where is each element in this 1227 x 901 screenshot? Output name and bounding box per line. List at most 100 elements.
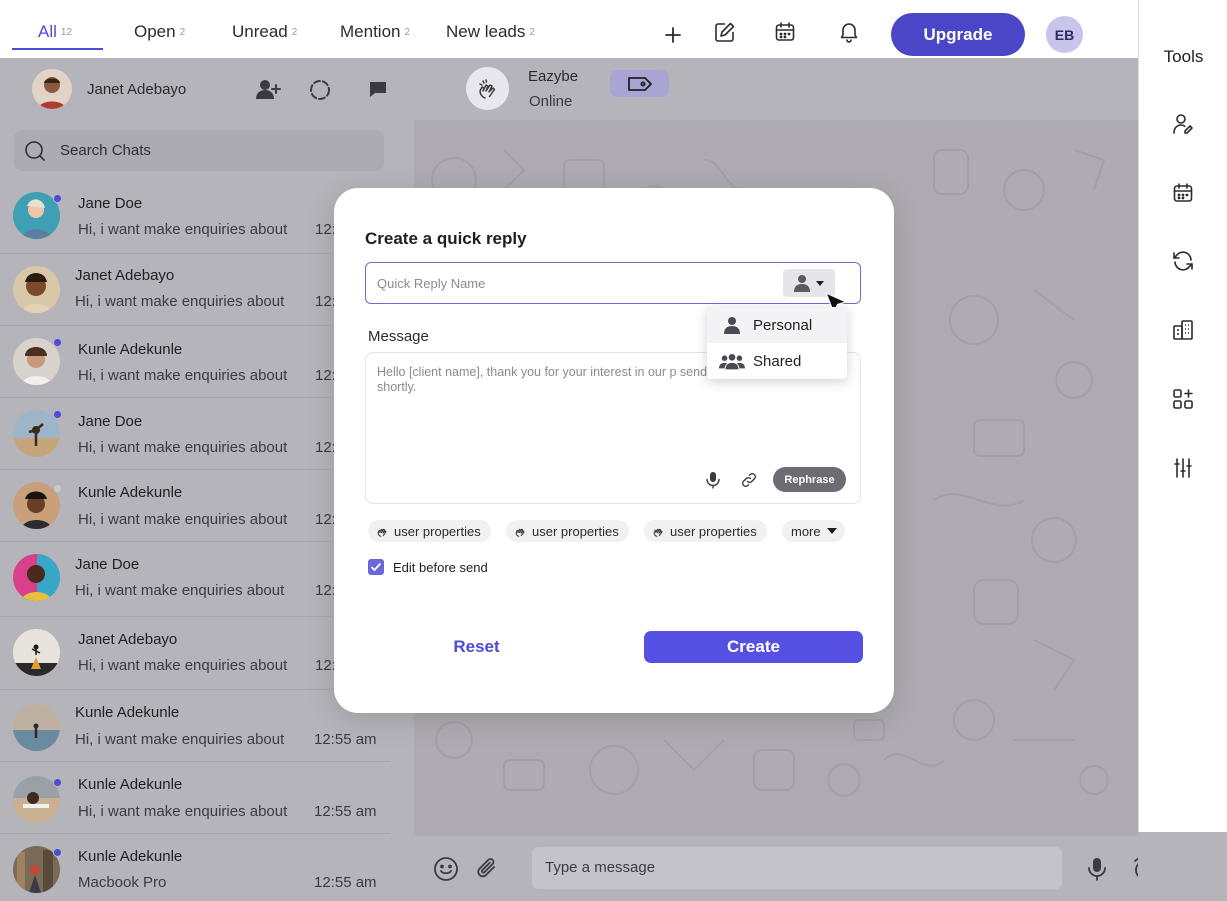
tab-unread[interactable]: Unread 2 [232, 22, 297, 42]
chat-time: 12: [315, 221, 336, 238]
user-avatar[interactable]: EB [1046, 16, 1083, 53]
bot-status: Online [529, 93, 573, 110]
tab-mention-count: 2 [404, 27, 411, 38]
attachment-icon[interactable] [474, 856, 498, 880]
chat-name: Kunle Adekunle [78, 776, 183, 793]
plus-icon[interactable] [661, 23, 685, 47]
chat-list-item[interactable]: Jane Doe Hi, i want make enquiries about… [0, 398, 390, 470]
tab-all[interactable]: All 12 [38, 22, 72, 42]
more-properties-button[interactable]: more [782, 520, 845, 542]
offline-indicator [53, 484, 62, 493]
chat-name: Kunle Adekunle [78, 848, 183, 865]
chat-list-item[interactable]: Janet Adebayo Hi, i want make enquiries … [0, 617, 390, 690]
sliders-icon[interactable] [1171, 456, 1195, 480]
tab-mention[interactable]: Mention 2 [340, 22, 410, 42]
search-icon [24, 140, 46, 162]
refresh-icon[interactable] [307, 77, 333, 103]
wave-icon [514, 525, 527, 538]
calendar-icon[interactable] [1171, 181, 1195, 205]
calendar-icon[interactable] [773, 20, 797, 44]
tools-panel: Tools [1138, 0, 1227, 832]
search-chats-input[interactable]: Search Chats [14, 130, 384, 171]
chat-time: 12: [315, 367, 336, 384]
tab-open-label: Open [134, 22, 176, 41]
wave-icon [376, 525, 389, 538]
chat-preview: Hi, i want make enquiries about [78, 221, 288, 238]
chat-list-item[interactable]: Janet Adebayo Hi, i want make enquiries … [0, 254, 390, 326]
apps-add-icon[interactable] [1171, 387, 1195, 411]
tools-title: Tools [1163, 47, 1204, 66]
sync-icon[interactable] [1171, 249, 1195, 273]
contact-edit-icon[interactable] [1171, 112, 1195, 136]
microphone-icon[interactable] [1085, 856, 1109, 881]
microphone-icon[interactable] [704, 471, 722, 489]
tab-all-count: 12 [60, 27, 73, 38]
user-properties-chip[interactable]: user properties [368, 520, 491, 542]
search-placeholder: Search Chats [60, 142, 151, 159]
contact-name: Janet Adebayo [87, 81, 187, 98]
tag-button[interactable] [610, 70, 669, 97]
chat-preview: Macbook Pro [78, 874, 167, 891]
chat-list-item[interactable]: Jane Doe Hi, i want make enquiries about… [0, 542, 390, 617]
menu-item-personal[interactable]: Personal [707, 307, 847, 343]
chevron-down-icon [816, 280, 824, 286]
chat-preview: Hi, i want make enquiries about [78, 439, 288, 456]
person-icon [794, 274, 810, 292]
user-properties-chip[interactable]: user properties [506, 520, 629, 542]
menu-item-shared[interactable]: Shared [707, 343, 847, 379]
tab-mention-label: Mention [340, 22, 401, 41]
contact-avatar[interactable] [32, 69, 72, 109]
message-input[interactable]: Type a message [532, 847, 1062, 889]
tab-open[interactable]: Open 2 [134, 22, 185, 42]
chat-list-item[interactable]: Kunle Adekunle Macbook Pro 12:55 am [0, 834, 390, 901]
chat-list-item[interactable]: Kunle Adekunle Hi, i want make enquiries… [0, 326, 390, 398]
chat-icon[interactable] [366, 77, 392, 103]
more-label: more [791, 523, 821, 539]
chat-avatar [13, 629, 60, 676]
tab-new-leads-count: 2 [529, 27, 535, 38]
tab-new-leads[interactable]: New leads 2 [446, 22, 535, 42]
tools-panel-footer [1138, 832, 1227, 901]
chat-list-item[interactable]: Kunle Adekunle Hi, i want make enquiries… [0, 690, 390, 762]
rephrase-button[interactable]: Rephrase [773, 467, 846, 492]
edit-before-send-checkbox[interactable] [368, 559, 384, 575]
user-properties-chip[interactable]: user properties [644, 520, 767, 542]
chat-name: Kunle Adekunle [75, 704, 180, 721]
emoji-icon[interactable] [433, 856, 458, 881]
chat-list-item[interactable]: Jane Doe Hi, i want make enquiries about… [0, 182, 390, 254]
create-button[interactable]: Create [644, 631, 863, 663]
tab-unread-label: Unread [232, 22, 288, 41]
online-indicator [53, 338, 62, 347]
chat-preview: Hi, i want make enquiries about [75, 582, 285, 599]
chat-list-item[interactable]: Kunle Adekunle Hi, i want make enquiries… [0, 470, 390, 542]
chat-list-item[interactable]: Kunle Adekunle Hi, i want make enquiries… [0, 762, 390, 834]
upgrade-button[interactable]: Upgrade [891, 13, 1025, 56]
tab-unread-count: 2 [291, 27, 298, 38]
edit-icon[interactable] [713, 20, 737, 44]
chat-avatar [13, 266, 60, 313]
link-icon[interactable] [740, 471, 758, 489]
online-indicator [53, 848, 62, 857]
chat-name: Kunle Adekunle [78, 484, 183, 501]
chat-time: 12:55 am [314, 803, 377, 820]
quick-reply-name-input[interactable] [377, 274, 767, 292]
bell-icon[interactable] [837, 20, 861, 44]
message-composer: Type a message [414, 836, 1205, 901]
add-user-icon[interactable] [255, 77, 281, 103]
tab-open-count: 2 [179, 27, 186, 38]
chat-name: Janet Adebayo [78, 631, 178, 648]
conversation-header: Janet Adebayo Eazybe Online [0, 58, 1138, 120]
menu-item-label: Shared [753, 353, 802, 370]
chat-preview: Hi, i want make enquiries about [78, 657, 288, 674]
chat-preview: Hi, i want make enquiries about [78, 367, 288, 384]
quick-reply-name-field[interactable] [365, 262, 861, 304]
chip-label: user properties [394, 523, 481, 539]
buildings-icon[interactable] [1171, 318, 1195, 342]
chat-avatar [13, 554, 60, 601]
reset-button[interactable]: Reset [404, 631, 549, 663]
chat-time: 12:55 am [314, 874, 377, 891]
bot-name: Eazybe [528, 68, 579, 85]
message-input-placeholder: Type a message [545, 859, 656, 876]
caret-down-icon [826, 528, 837, 534]
person-icon [719, 315, 745, 335]
